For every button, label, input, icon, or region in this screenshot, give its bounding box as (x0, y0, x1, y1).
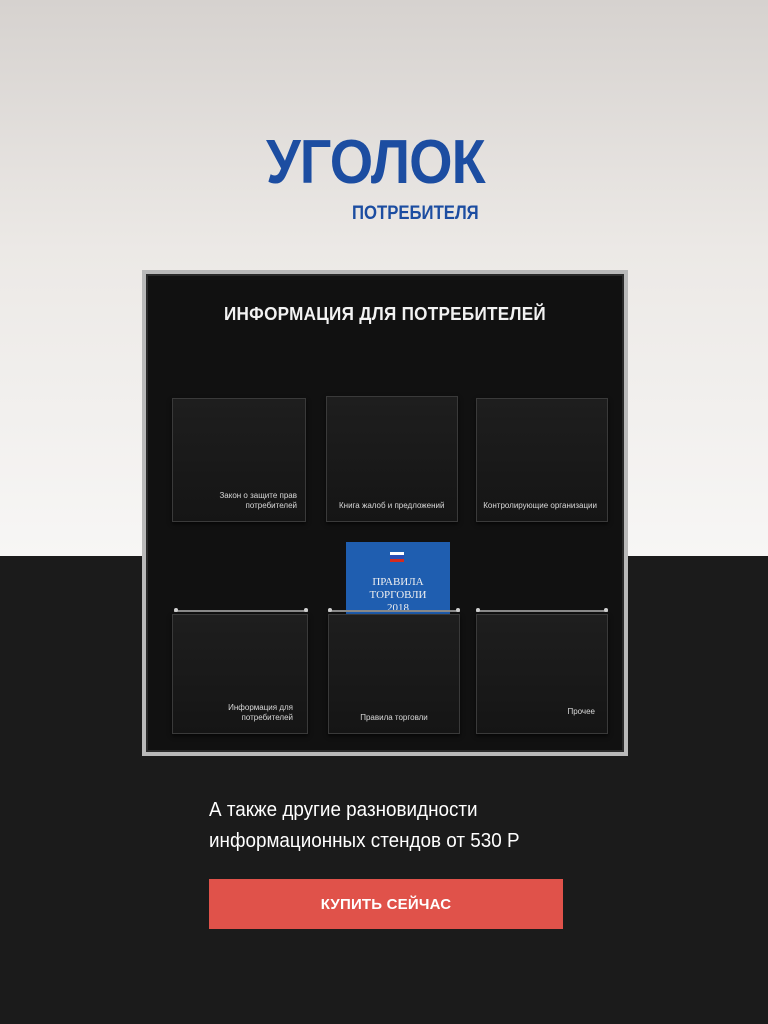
pocket-rail (328, 608, 460, 612)
pocket-label: Правила торговли (360, 713, 428, 722)
pocket-label: Информация для потребителей (228, 703, 293, 722)
product-image-stand: ИНФОРМАЦИЯ ДЛЯ ПОТРЕБИТЕЛЕЙ Закон о защи… (142, 270, 628, 756)
pocket-control-orgs: Контролирующие организации (476, 398, 608, 522)
booklet-trade-rules: ПРАВИЛА ТОРГОВЛИ 2018 (346, 542, 450, 614)
promo-text: А также другие разновидности информацион… (209, 794, 577, 856)
buy-now-button[interactable]: КУПИТЬ СЕЙЧАС (209, 879, 563, 929)
pocket-complaints-book: Книга жалоб и предложений (326, 396, 458, 522)
pocket-consumer-law: Закон о защите прав потребителей (172, 398, 306, 522)
pocket-rail (174, 608, 308, 612)
pocket-label: Книга жалоб и предложений (339, 501, 445, 510)
pocket-label: Прочее (567, 707, 595, 716)
pocket-other: Прочее (476, 614, 608, 734)
logo-title: УГОЛОК (266, 128, 486, 197)
pocket-label: Закон о защите прав потребителей (219, 491, 297, 510)
pocket-rail (476, 608, 608, 612)
pocket-trade-rules: Правила торговли (328, 614, 460, 734)
promo-line-2: информационных стендов от 530 Р (209, 829, 520, 852)
promo-line-1: А также другие разновидности (209, 798, 478, 821)
russian-flag-icon (390, 552, 404, 562)
pocket-consumer-info: Информация для потребителей (172, 614, 308, 734)
pocket-label: Контролирующие организации (483, 501, 597, 510)
logo-subtitle: ПОТРЕБИТЕЛЯ (352, 203, 479, 224)
stand-title: ИНФОРМАЦИЯ ДЛЯ ПОТРЕБИТЕЛЕЙ (223, 304, 547, 324)
